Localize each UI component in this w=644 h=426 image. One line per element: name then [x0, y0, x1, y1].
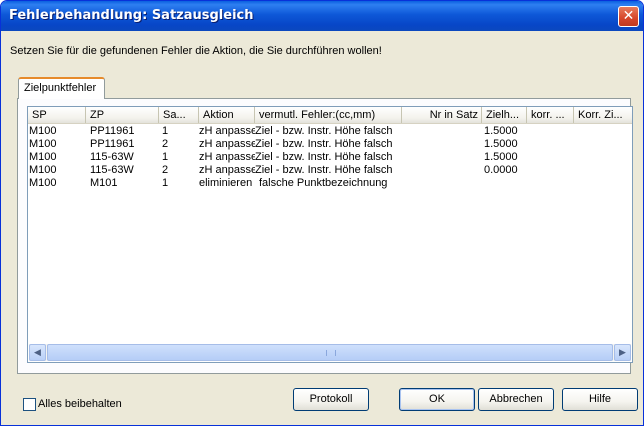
column-header-korr[interactable]: korr. ... — [527, 107, 574, 123]
keep-all-checkbox[interactable] — [23, 398, 36, 411]
cell-satz: 1 — [162, 151, 169, 163]
column-header-fehler[interactable]: vermutl. Fehler:(cc,mm) — [255, 107, 402, 123]
dialog-window: Fehlerbehandlung: Satzausgleich ✕ Setzen… — [0, 0, 644, 426]
cell-aktion: zH anpassen — [199, 151, 255, 163]
table-row[interactable]: M100 PP11961 2 zH anpassen Ziel - bzw. I… — [28, 138, 632, 151]
ok-button[interactable]: OK — [399, 388, 475, 411]
cell-aktion: zH anpassen — [199, 164, 255, 176]
cell-fehler: Ziel - bzw. Instr. Höhe falsch — [255, 138, 393, 150]
scrollbar-thumb[interactable] — [47, 344, 613, 361]
cell-zielhoehe: 1.5000 — [484, 151, 518, 163]
cell-zielhoehe: 1.5000 — [484, 125, 518, 137]
cell-aktion: eliminieren — [199, 177, 253, 189]
cell-zp: M101 — [90, 177, 118, 189]
cancel-button[interactable]: Abbrechen — [478, 388, 554, 411]
cell-zp: PP11961 — [90, 138, 135, 150]
table-row[interactable]: M100 115-63W 1 zH anpassen Ziel - bzw. I… — [28, 151, 632, 164]
error-list[interactable]: SP ZP Sa... Aktion vermutl. Fehler:(cc,m… — [27, 106, 633, 363]
list-header: SP ZP Sa... Aktion vermutl. Fehler:(cc,m… — [28, 107, 632, 124]
cell-aktion: zH anpassen — [199, 138, 255, 150]
column-header-sp[interactable]: SP — [28, 107, 86, 123]
table-row[interactable]: M100 PP11961 1 zH anpassen Ziel - bzw. I… — [28, 125, 632, 138]
keep-all-label: Alles beibehalten — [38, 398, 122, 410]
horizontal-scrollbar[interactable]: ◀ ▶ — [29, 344, 631, 361]
help-button[interactable]: Hilfe — [562, 388, 638, 411]
column-header-zp[interactable]: ZP — [86, 107, 159, 123]
grip-icon — [326, 350, 336, 356]
cell-fehler: Ziel - bzw. Instr. Höhe falsch — [255, 125, 393, 137]
close-icon[interactable]: ✕ — [618, 6, 639, 27]
cell-fehler: falsche Punktbezeichnung — [259, 177, 388, 189]
cell-satz: 1 — [162, 125, 169, 137]
cell-satz: 2 — [162, 164, 169, 176]
cell-satz: 1 — [162, 177, 169, 189]
cell-satz: 2 — [162, 138, 169, 150]
column-header-nr-in-satz[interactable]: Nr in Satz — [402, 107, 482, 123]
table-row[interactable]: M100 115-63W 2 zH anpassen Ziel - bzw. I… — [28, 164, 632, 177]
cell-sp: M100 — [29, 125, 57, 137]
protokoll-button[interactable]: Protokoll — [293, 388, 369, 411]
cell-sp: M100 — [29, 138, 57, 150]
cell-zielhoehe: 1.5000 — [484, 138, 518, 150]
cell-zp: 115-63W — [90, 164, 134, 176]
cell-sp: M100 — [29, 164, 57, 176]
cell-zielhoehe: 0.0000 — [484, 164, 518, 176]
cell-sp: M100 — [29, 151, 57, 163]
dialog-title: Fehlerbehandlung: Satzausgleich — [9, 8, 254, 23]
column-header-korr-ziel[interactable]: Korr. Zi... — [574, 107, 632, 123]
title-bar[interactable]: Fehlerbehandlung: Satzausgleich ✕ — [1, 1, 643, 31]
cell-zp: PP11961 — [90, 125, 135, 137]
table-row[interactable]: M100 M101 1 eliminieren falsche Punktbez… — [28, 177, 632, 190]
cell-aktion: zH anpassen — [199, 125, 255, 137]
column-header-aktion[interactable]: Aktion — [199, 107, 255, 123]
cell-sp: M100 — [29, 177, 57, 189]
cell-fehler: Ziel - bzw. Instr. Höhe falsch — [255, 164, 393, 176]
column-header-satz[interactable]: Sa... — [159, 107, 199, 123]
column-header-zielhoehe[interactable]: Zielh... — [482, 107, 527, 123]
cell-fehler: Ziel - bzw. Instr. Höhe falsch — [255, 151, 393, 163]
tab-label: Zielpunktfehler — [24, 82, 97, 94]
instruction-text: Setzen Sie für die gefundenen Fehler die… — [10, 45, 382, 57]
tab-zielpunktfehler[interactable]: Zielpunktfehler — [18, 77, 105, 99]
scroll-right-icon[interactable]: ▶ — [614, 344, 631, 361]
scroll-left-icon[interactable]: ◀ — [29, 344, 46, 361]
cell-zp: 115-63W — [90, 151, 134, 163]
